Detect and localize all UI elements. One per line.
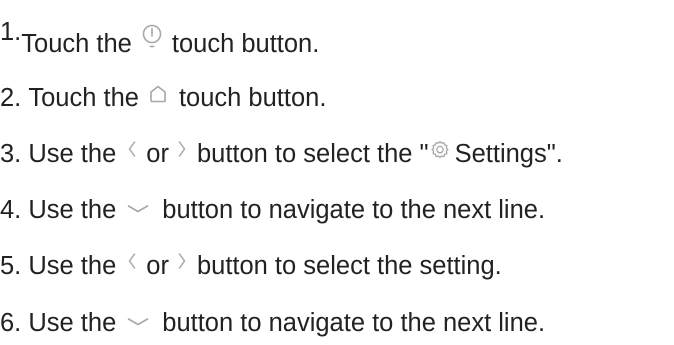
gear-icon — [430, 140, 450, 160]
step-text: Settings". — [454, 140, 563, 169]
step-number: 6. — [0, 309, 22, 338]
step-text: button to navigate to the next line. — [162, 309, 546, 338]
step-text: Use the — [28, 252, 117, 281]
home-icon — [149, 85, 167, 103]
step-1-body: Touch the touch button. — [21, 22, 319, 58]
step-number: 2. — [0, 84, 22, 113]
step-text: touch button. — [171, 30, 320, 59]
chevron-left-icon — [128, 141, 136, 157]
chevron-right-icon — [178, 253, 186, 269]
instruction-step-4: 4. Use the button to navigate to the nex… — [0, 191, 545, 231]
instruction-step-3: 3. Use the or button to select the " Set… — [0, 135, 563, 175]
step-number: 4. — [0, 196, 22, 225]
step-text: Touch the — [28, 84, 139, 113]
instruction-list: 1. Touch the touch button. 2. Touch the … — [0, 0, 674, 345]
step-text: or — [146, 252, 169, 281]
instruction-step-6: 6. Use the button to navigate to the nex… — [0, 304, 545, 344]
step-text: Use the — [28, 196, 117, 225]
step-text: Use the — [28, 140, 117, 169]
instruction-step-5: 5. Use the or button to select the setti… — [0, 247, 502, 287]
chevron-right-icon — [178, 141, 186, 157]
step-text: Use the — [28, 309, 117, 338]
step-text: Touch the — [21, 30, 132, 59]
chevron-down-icon — [127, 204, 149, 214]
step-text: button to select the setting. — [196, 252, 502, 281]
step-text: button to navigate to the next line. — [162, 196, 546, 225]
power-icon — [141, 24, 163, 50]
instruction-step-1: 1. Touch the touch button. — [0, 18, 319, 62]
step-text: button to select the " — [196, 140, 429, 169]
instruction-step-2: 2. Touch the touch button. — [0, 79, 326, 119]
step-text: touch button. — [178, 84, 327, 113]
step-number: 3. — [0, 140, 22, 169]
chevron-down-icon — [127, 317, 149, 327]
step-number: 5. — [0, 252, 22, 281]
step-text: or — [146, 140, 169, 169]
chevron-left-icon — [128, 253, 136, 269]
step-number: 1. — [0, 18, 22, 46]
